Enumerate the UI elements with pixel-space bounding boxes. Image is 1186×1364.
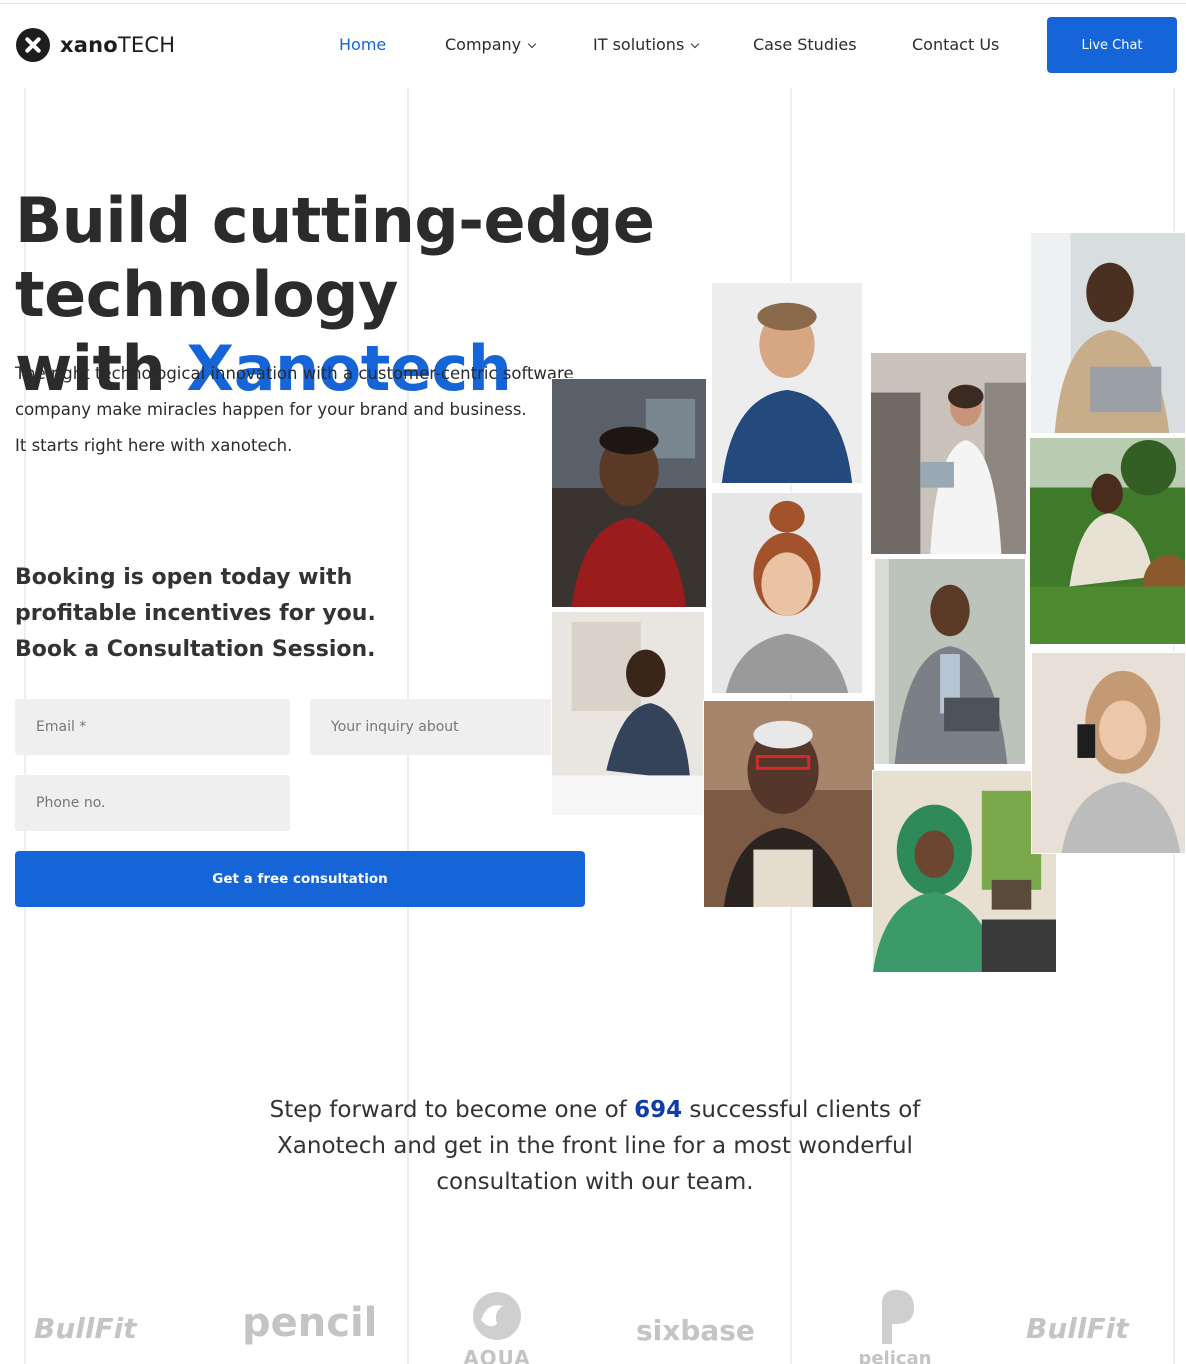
photo-woman-tea-field: [1029, 437, 1186, 645]
pelican-p-icon: [882, 1290, 914, 1344]
live-chat-button[interactable]: Live Chat: [1047, 17, 1177, 73]
inquiry-select[interactable]: Your inquiry about: [310, 699, 585, 755]
nav-contact-us[interactable]: Contact Us: [912, 35, 999, 54]
booking-line: Booking is open today with: [15, 565, 353, 590]
brand-logo-bullfit: BullFit: [1026, 1312, 1129, 1345]
photo-woman-tablet-store: [870, 352, 1027, 555]
photo-man-grey-suit-tablet: [874, 558, 1026, 765]
phone-field[interactable]: Phone no.: [15, 775, 290, 831]
email-field[interactable]: Email *: [15, 699, 290, 755]
brand-logo-pelican: pelican: [856, 1290, 934, 1364]
nav-company[interactable]: Company: [445, 35, 537, 54]
nav-home[interactable]: Home: [339, 35, 386, 54]
photo-woman-red-glasses: [703, 700, 875, 908]
photo-woman-phone: [1031, 652, 1186, 854]
photo-woman-hijab: [872, 770, 1057, 973]
hero-desc-line: The right technological innovation with …: [15, 364, 574, 383]
logo-x-icon: [16, 28, 50, 62]
aqua-wave-icon: [473, 1292, 521, 1340]
nav-it-solutions[interactable]: IT solutions: [593, 35, 700, 54]
brand-logo-sixbase: sixbase: [636, 1314, 755, 1347]
chevron-down-icon: [691, 39, 700, 49]
chevron-down-icon: [527, 39, 537, 49]
booking-line: profitable incentives for you.: [15, 601, 376, 626]
photo-man-denim-shirt: [711, 282, 863, 484]
logo-wordmark: xanoTECH: [60, 33, 176, 57]
brand-logo-pencil: pencil: [242, 1300, 378, 1346]
phone-placeholder: Phone no.: [36, 795, 106, 811]
clients-prefix: Step forward to become one of: [269, 1097, 635, 1123]
photo-man-writing: [551, 611, 705, 816]
photo-man-laptop: [1030, 232, 1186, 434]
site-header: xanoTECH Home Company IT solutions Case …: [0, 4, 1186, 86]
inquiry-placeholder: Your inquiry about: [331, 719, 459, 735]
photo-woman-laughing: [711, 492, 863, 694]
logo[interactable]: xanoTECH: [16, 28, 175, 62]
hero-desc-line: It starts right here with xanotech.: [15, 436, 293, 455]
brand-logo-bullfit: BullFit: [34, 1312, 137, 1345]
hero-desc-line: company make miracles happen for your br…: [15, 400, 527, 419]
booking-heading: Booking is open today with profitable in…: [15, 560, 555, 668]
hero-description: The right technological innovation with …: [15, 356, 605, 464]
nav-case-studies[interactable]: Case Studies: [753, 35, 857, 54]
get-consultation-button[interactable]: Get a free consultation: [15, 851, 585, 907]
email-placeholder: Email *: [36, 719, 87, 735]
booking-line: Book a Consultation Session.: [15, 637, 376, 662]
hero-title-line1: Build cutting-edge technology: [15, 184, 655, 331]
clients-count: 694: [634, 1097, 683, 1123]
brand-logo-aqua: AQUA: [462, 1290, 532, 1364]
clients-statement: Step forward to become one of 694 succes…: [260, 1092, 930, 1200]
photo-woman-red-top: [551, 378, 707, 608]
